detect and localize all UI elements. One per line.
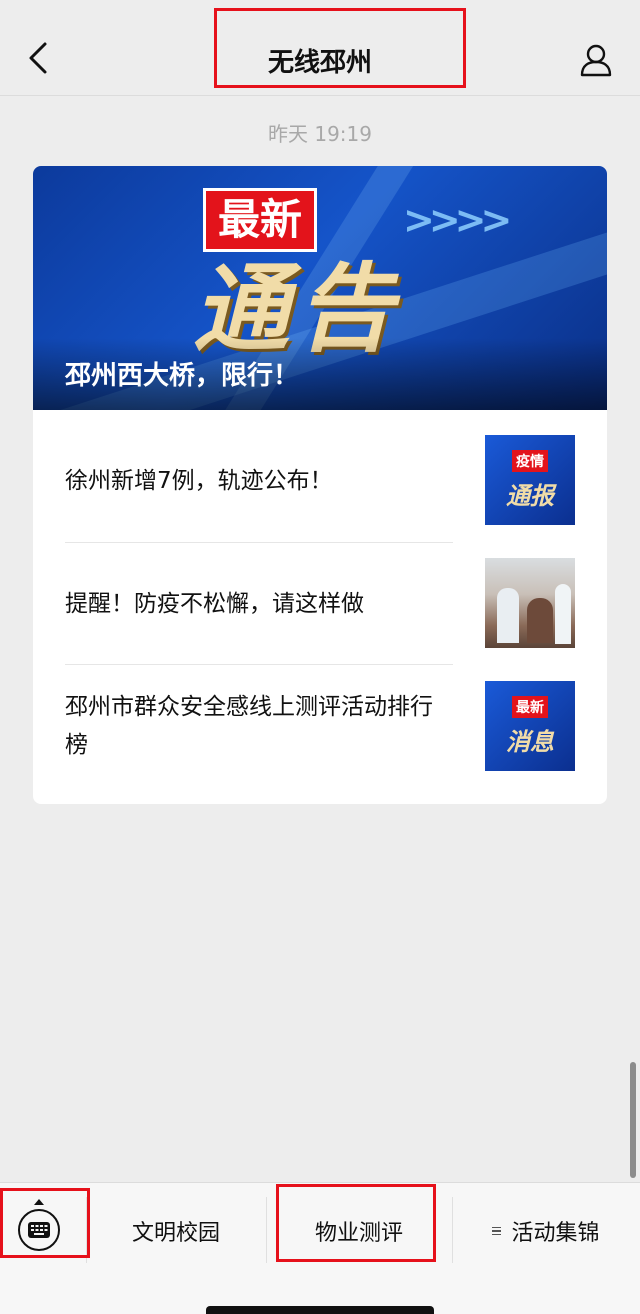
- chat-header: 无线邳州: [0, 0, 640, 96]
- scrollbar[interactable]: [630, 1062, 636, 1178]
- menu-item-activity-highlights[interactable]: 活动集锦: [452, 1211, 640, 1251]
- article-card: >>>> 最新 通告 邳州西大桥，限行！ 徐州新增7例，轨迹公布！ 疫情 通报 …: [33, 166, 607, 804]
- menu-item-label: 文明校园: [131, 1221, 220, 1246]
- caret-up-icon: [34, 1199, 44, 1205]
- list-item[interactable]: 提醒！防疫不松懈，请这样做: [65, 543, 575, 665]
- hero-article[interactable]: >>>> 最新 通告 邳州西大桥，限行！: [33, 166, 607, 410]
- hero-badge: 最新: [203, 188, 318, 252]
- thumb-label: 最新: [512, 695, 548, 718]
- list-item-title: 徐州新增7例，轨迹公布！: [65, 468, 333, 494]
- page-title: 无线邳州: [267, 48, 372, 78]
- list-item[interactable]: 徐州新增7例，轨迹公布！ 疫情 通报: [65, 420, 575, 542]
- thumb-label: 通报: [506, 481, 554, 510]
- hero-title: 邳州西大桥，限行！: [65, 361, 300, 391]
- menu-item-property-evaluation[interactable]: 物业测评: [266, 1211, 452, 1251]
- submenu-icon: [492, 1225, 502, 1238]
- profile-button[interactable]: [576, 40, 616, 80]
- person-icon: [580, 44, 612, 77]
- bottom-menu-bar: 文明校园 物业测评 活动集锦: [0, 1182, 640, 1314]
- keyboard-icon: [28, 1222, 50, 1238]
- menu-item-civilized-campus[interactable]: 文明校园: [86, 1211, 266, 1251]
- list-item-title: 提醒！防疫不松懈，请这样做: [65, 591, 364, 617]
- list-item-thumbnail: [485, 558, 575, 648]
- message-timestamp: 昨天 19:19: [268, 122, 372, 146]
- menu-item-label: 物业测评: [314, 1221, 403, 1246]
- keyboard-toggle-button[interactable]: [18, 1209, 60, 1251]
- list-item-title: 邳州市群众安全感线上测评活动排行榜: [65, 694, 433, 758]
- thumb-label: 消息: [506, 727, 554, 756]
- chevrons-decoration: >>>>: [403, 198, 512, 242]
- home-indicator: [206, 1306, 434, 1314]
- list-item[interactable]: 邳州市群众安全感线上测评活动排行榜 最新 消息: [65, 665, 575, 787]
- thumb-label: 疫情: [512, 449, 548, 472]
- menu-item-label: 活动集锦: [511, 1221, 600, 1246]
- list-item-thumbnail: 最新 消息: [485, 681, 575, 771]
- list-item-thumbnail: 疫情 通报: [485, 435, 575, 525]
